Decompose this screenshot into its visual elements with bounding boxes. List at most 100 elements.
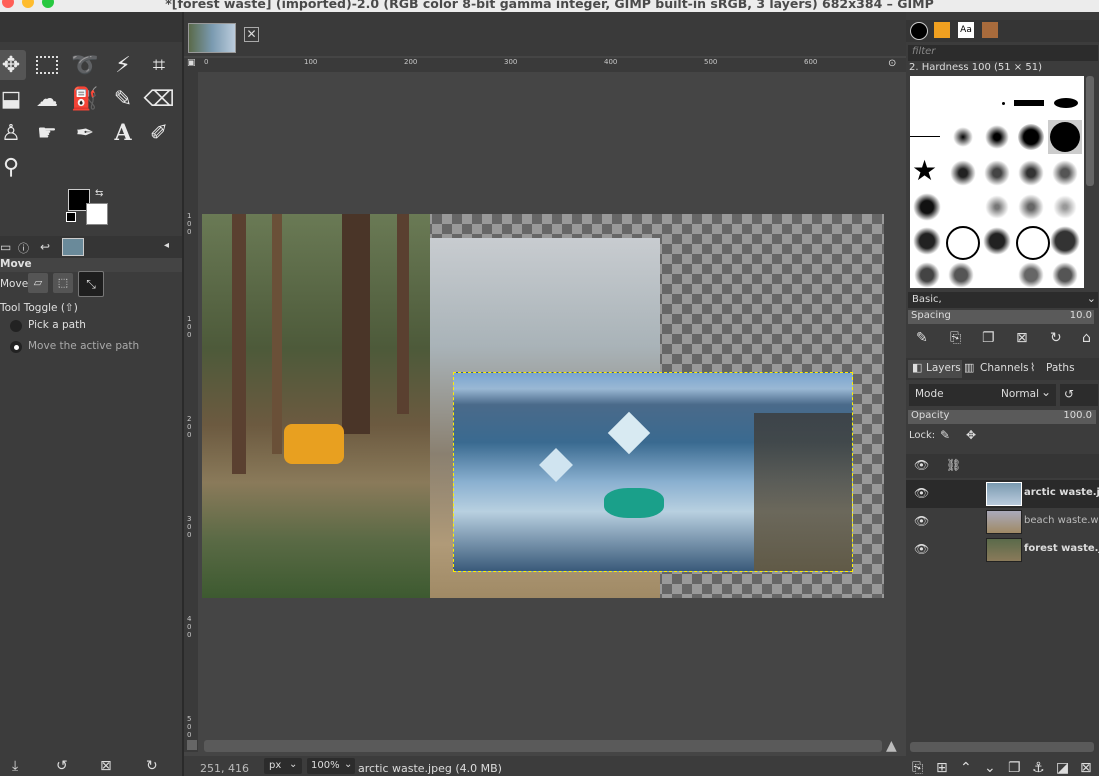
lock-alpha-icon[interactable] bbox=[994, 430, 1006, 442]
lower-layer-icon[interactable]: ⌄ bbox=[984, 760, 996, 776]
opacity-slider[interactable]: Opacity 100.0 bbox=[908, 410, 1096, 424]
layer-row[interactable]: 👁 beach waste.webp bbox=[906, 508, 1099, 536]
move-tool-icon[interactable]: ✥ bbox=[0, 50, 26, 80]
brush-scrollbar[interactable] bbox=[1086, 76, 1094, 186]
lasso-icon[interactable]: ➰ bbox=[70, 50, 100, 80]
tab-paths[interactable]: ⌇ Paths bbox=[1030, 360, 1084, 378]
paintbrush-icon[interactable]: ✎ bbox=[108, 84, 138, 114]
eraser-icon[interactable]: ⌫ bbox=[143, 84, 174, 114]
edit-brush-icon[interactable]: ✎ bbox=[916, 330, 928, 346]
save-options-icon[interactable]: ⤓ bbox=[12, 758, 18, 774]
color-picker-icon[interactable]: ✐ bbox=[144, 118, 174, 148]
fonts-tab-icon[interactable]: Aa bbox=[958, 22, 974, 38]
move-path-button[interactable]: ⤡ bbox=[78, 271, 104, 297]
clone-icon[interactable]: ♙ bbox=[0, 118, 26, 148]
vruler-tick: 0 bbox=[187, 623, 192, 631]
crop-icon[interactable]: ⌗ bbox=[144, 50, 174, 80]
vruler-tick: 1 bbox=[187, 315, 192, 323]
new-layer-group-icon[interactable]: ⊞ bbox=[936, 760, 948, 776]
image-canvas[interactable] bbox=[202, 214, 884, 598]
eye-icon[interactable]: 👁 bbox=[914, 486, 929, 500]
preset-value: Basic, bbox=[912, 294, 942, 305]
vruler-tick: 0 bbox=[187, 431, 192, 439]
move-active-path-radio[interactable] bbox=[10, 341, 22, 353]
layer-row[interactable]: 👁 arctic waste.jpeg bbox=[906, 480, 1099, 508]
vruler-tick: 0 bbox=[187, 523, 192, 531]
zoom-icon[interactable]: ⚲ bbox=[0, 152, 26, 182]
layers-tab-icon: ◧ bbox=[912, 361, 923, 374]
text-icon[interactable]: A bbox=[108, 118, 138, 148]
tab-layers-label: Layers bbox=[926, 362, 961, 374]
fuzzy-select-icon[interactable]: ⚡ bbox=[108, 50, 138, 80]
new-layer-icon[interactable]: ⎘ bbox=[912, 760, 923, 776]
device-status-tab-icon[interactable]: ⓘ bbox=[18, 240, 29, 256]
lock-position-icon[interactable]: ✥ bbox=[966, 428, 976, 442]
delete-brush-icon[interactable]: ⊠ bbox=[1016, 330, 1028, 346]
pick-path-radio[interactable] bbox=[10, 320, 22, 332]
unit-select[interactable]: px ⌄ bbox=[264, 758, 302, 774]
ruler-tick-600: 600 bbox=[804, 58, 818, 66]
mask-layer-icon[interactable]: ◪ bbox=[1056, 760, 1069, 776]
raise-layer-icon[interactable]: ⌃ bbox=[960, 760, 972, 776]
brush-filter-input[interactable]: filter bbox=[908, 45, 1098, 61]
spacing-slider[interactable]: Spacing 10.0 bbox=[908, 310, 1094, 324]
background-color[interactable] bbox=[86, 203, 108, 225]
rect-select-icon[interactable] bbox=[32, 50, 62, 80]
bucket-fill-icon[interactable]: ⛽ bbox=[70, 84, 100, 114]
opacity-label: Opacity bbox=[911, 410, 950, 421]
delete-layer-icon[interactable]: ⊠ bbox=[1080, 760, 1092, 776]
tab-layers[interactable]: ◧ Layers bbox=[908, 360, 962, 378]
swap-colors-icon[interactable]: ⇆ bbox=[95, 188, 103, 199]
brush-grid[interactable]: ★ bbox=[910, 76, 1084, 288]
unified-transform-icon[interactable]: ⬓ bbox=[0, 84, 26, 114]
status-info: arctic waste.jpeg (4.0 MB) bbox=[358, 762, 502, 775]
paths-icon[interactable]: ✒ bbox=[70, 118, 100, 148]
reset-options-icon[interactable]: ↻ bbox=[146, 758, 158, 774]
layers-scrollbar[interactable] bbox=[910, 742, 1094, 752]
arctic-waste-layer-image bbox=[453, 372, 853, 572]
anchor-layer-icon[interactable]: ⚓ bbox=[1032, 760, 1045, 776]
patterns-tab-icon[interactable] bbox=[934, 22, 950, 38]
mode-select[interactable]: Mode Normal ⌄ bbox=[909, 384, 1056, 406]
layer-row[interactable]: 👁 forest waste.jpeg bbox=[906, 536, 1099, 564]
images-tab-icon[interactable] bbox=[62, 238, 84, 256]
document-history-tab-icon[interactable] bbox=[982, 22, 998, 38]
open-brush-icon[interactable]: ⌂ bbox=[1082, 330, 1091, 346]
navigation-triangle-icon[interactable]: ▲ bbox=[886, 738, 897, 754]
image-tab-thumbnail[interactable] bbox=[188, 23, 236, 53]
close-tab-icon[interactable]: ✕ bbox=[244, 27, 259, 42]
horizontal-scrollbar[interactable] bbox=[204, 740, 882, 752]
quick-mask-icon[interactable]: ▣ bbox=[187, 58, 196, 68]
delete-options-icon[interactable]: ⊠ bbox=[100, 758, 112, 774]
vruler-tick: 4 bbox=[187, 615, 192, 623]
tab-channels[interactable]: ▥ Channels bbox=[964, 360, 1030, 378]
duplicate-layer-icon[interactable]: ❐ bbox=[1008, 760, 1021, 776]
warp-icon[interactable]: ☁ bbox=[32, 84, 62, 114]
horizontal-ruler: ▣ 0 100 200 300 400 500 600 ⊙ bbox=[184, 58, 906, 72]
eye-icon[interactable]: 👁 bbox=[914, 514, 929, 528]
move-selection-button[interactable]: ⬚ bbox=[53, 273, 73, 293]
pick-path-label: Pick a path bbox=[28, 319, 86, 331]
navigate-icon[interactable] bbox=[187, 740, 197, 750]
new-brush-icon[interactable]: ⎘ bbox=[950, 330, 961, 346]
lock-pixels-icon[interactable]: ✎ bbox=[940, 428, 950, 442]
default-colors-icon[interactable] bbox=[66, 212, 76, 222]
smudge-icon[interactable]: ☛ bbox=[32, 118, 62, 148]
spacing-label: Spacing bbox=[911, 310, 951, 321]
brushes-tab-icon[interactable] bbox=[910, 22, 928, 40]
tool-options-tab-icon[interactable]: ▭ bbox=[0, 240, 11, 254]
tool-options-title: Move bbox=[0, 258, 32, 270]
duplicate-brush-icon[interactable]: ❐ bbox=[982, 330, 995, 346]
refresh-brushes-icon[interactable]: ↻ bbox=[1050, 330, 1062, 346]
composite-mode-button[interactable]: ↺ bbox=[1060, 384, 1098, 406]
panel-menu-icon[interactable]: ◂ bbox=[164, 240, 169, 251]
zoom-fit-icon[interactable]: ⊙ bbox=[888, 58, 896, 69]
brush-preset-select[interactable]: Basic, ⌄ bbox=[908, 292, 1098, 308]
eye-icon[interactable]: 👁 bbox=[914, 542, 929, 556]
restore-options-icon[interactable]: ↺ bbox=[56, 758, 68, 774]
undo-history-tab-icon[interactable]: ↩ bbox=[40, 240, 50, 254]
move-layer-button[interactable]: ▱ bbox=[28, 273, 48, 293]
ruler-tick-200: 200 bbox=[404, 58, 418, 66]
vruler-tick: 0 bbox=[187, 323, 192, 331]
zoom-select[interactable]: 100% ⌄ bbox=[307, 758, 355, 774]
